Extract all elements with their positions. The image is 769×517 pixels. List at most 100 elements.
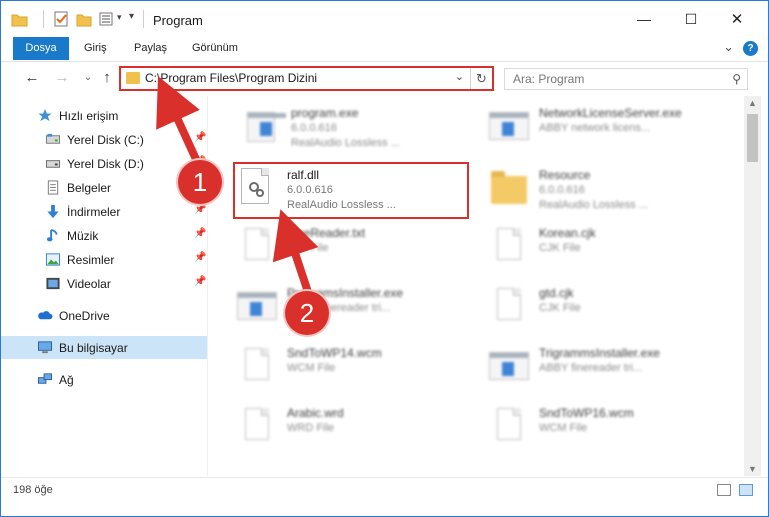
sidebar-item-drive-d[interactable]: Yerel Disk (D:) 📌 — [1, 152, 207, 175]
pin-icon: 📌 — [194, 276, 207, 287]
file-item[interactable]: Korean.cjk CJK File — [469, 220, 709, 276]
file-item[interactable]: gtd.cjk CJK File — [469, 280, 709, 336]
doc-file-icon — [237, 228, 277, 268]
pin-icon: 📌 — [194, 252, 207, 263]
search-input[interactable]: Ara: Program — [513, 72, 584, 86]
download-icon — [47, 204, 59, 219]
file-name: FineReader.txt — [287, 226, 366, 240]
details-view-icon[interactable] — [717, 484, 731, 496]
file-description: RealAudio Lossless ... — [539, 199, 648, 211]
file-type: WRD File — [287, 422, 335, 434]
qa-dropdown-icon[interactable]: ▾ — [129, 11, 134, 22]
sidebar-item-pictures[interactable]: Resimler 📌 — [1, 248, 207, 271]
vertical-scrollbar[interactable]: ▲ ▼ — [744, 96, 761, 476]
tab-giris[interactable]: Giriş — [84, 37, 107, 60]
network-icon — [37, 373, 53, 384]
sidebar-item-network[interactable]: Ağ — [1, 368, 207, 391]
file-item[interactable]: NetworkLicenseServer.exe ABBY network li… — [469, 100, 709, 156]
up-button[interactable]: ↑ — [98, 69, 116, 87]
minimize-button[interactable]: — — [621, 1, 667, 37]
highlight-box — [233, 162, 469, 219]
drive-icon — [45, 133, 61, 144]
file-list: program.exe 6.0.0.616 RealAudio Lossless… — [209, 96, 743, 476]
file-name: Resource — [539, 168, 591, 182]
recent-locations-button[interactable]: ⌄ — [79, 69, 97, 87]
file-item[interactable]: SndToWP14.wcm WCM File — [217, 340, 457, 396]
sidebar-item-downloads[interactable]: İndirmeler 📌 — [1, 200, 207, 223]
address-path[interactable]: C:\Program Files\Program Dizini — [145, 71, 317, 85]
sidebar-item-label: Ağ — [59, 373, 74, 387]
search-icon[interactable]: ⚲ — [732, 72, 741, 86]
sidebar-item-music[interactable]: Müzik 📌 — [1, 224, 207, 247]
sidebar-item-label: OneDrive — [59, 309, 110, 323]
app-icon — [489, 108, 529, 148]
scroll-thumb[interactable] — [747, 114, 758, 162]
file-item[interactable]: SndToWP16.wcm WCM File — [469, 400, 709, 456]
folder-icon — [11, 14, 28, 27]
file-version: 6.0.0.616 — [291, 122, 337, 134]
collapse-ribbon-icon[interactable]: ⌄ — [723, 39, 734, 55]
file-name: SndToWP14.wcm — [287, 346, 382, 360]
scroll-down-icon[interactable]: ▼ — [748, 464, 757, 474]
sidebar-item-label: Bu bilgisayar — [59, 341, 128, 355]
maximize-button[interactable]: ☐ — [668, 1, 714, 37]
file-item[interactable]: Resource 6.0.0.616 RealAudio Lossless ..… — [469, 162, 709, 218]
file-name: program.exe — [291, 106, 359, 120]
title-bar: ▾ ▾ Program — ☐ ✕ — [1, 1, 768, 37]
address-bar[interactable]: C:\Program Files\Program Dizini ⌄ ↻ — [119, 66, 494, 91]
large-icons-view-icon[interactable] — [739, 484, 753, 496]
divider — [143, 10, 144, 28]
step-one-callout: 1 — [178, 160, 222, 204]
back-button[interactable]: ← — [23, 69, 41, 87]
sidebar-item-videos[interactable]: Videolar 📌 — [1, 272, 207, 295]
computer-icon — [37, 341, 53, 354]
pin-icon: 📌 — [194, 228, 207, 239]
file-item[interactable]: TrigrammsInstaller.exe ABBY finereader t… — [469, 340, 709, 396]
properties-icon[interactable] — [53, 11, 69, 27]
scroll-up-icon[interactable]: ▲ — [748, 98, 757, 108]
file-item[interactable]: FineReader.txt TXT File — [217, 220, 457, 276]
file-version: 6.0.0.616 — [539, 184, 585, 196]
step-two-callout: 2 — [285, 291, 329, 335]
exe-file-icon — [241, 108, 286, 148]
help-icon[interactable]: ? — [743, 41, 758, 56]
tab-gorunum[interactable]: Görünüm — [192, 37, 238, 60]
address-dropdown-icon[interactable]: ⌄ — [455, 70, 464, 83]
doc-file-icon — [237, 408, 277, 448]
file-name: gtd.cjk — [539, 286, 574, 300]
tab-dosya[interactable]: Dosya — [13, 37, 69, 60]
file-type: CJK File — [539, 242, 581, 254]
drive-icon — [45, 160, 61, 168]
sidebar-item-onedrive[interactable]: OneDrive — [1, 304, 207, 327]
app-icon — [237, 288, 277, 328]
folder-icon — [126, 72, 140, 84]
search-box[interactable]: Ara: Program ⚲ — [504, 68, 748, 90]
documents-icon — [47, 180, 59, 195]
file-item[interactable]: program.exe 6.0.0.616 RealAudio Lossless… — [221, 100, 461, 156]
file-item[interactable]: ProgramsInstaller.exe ABBY finereader tr… — [217, 280, 457, 336]
navigation-bar: ← → ⌄ ↑ C:\Program Files\Program Dizini … — [1, 61, 768, 95]
customize-toolbar-icon[interactable] — [99, 12, 115, 27]
pin-icon: 📌 — [194, 132, 207, 143]
close-button[interactable]: ✕ — [714, 1, 760, 37]
forward-button[interactable]: → — [53, 69, 71, 87]
file-type: WCM File — [287, 362, 336, 374]
star-icon — [38, 108, 52, 122]
cloud-icon — [38, 311, 53, 320]
sidebar-item-quick-access[interactable]: Hızlı erişim — [1, 104, 207, 127]
sidebar-item-documents[interactable]: Belgeler 📌 — [1, 176, 207, 199]
new-folder-icon[interactable] — [76, 12, 92, 27]
dropdown-icon[interactable]: ▾ — [117, 12, 122, 23]
refresh-button[interactable]: ↻ — [470, 68, 492, 89]
sidebar-item-drive-c[interactable]: Yerel Disk (C:) 📌 — [1, 128, 207, 151]
file-item[interactable]: Arabic.wrd WRD File — [217, 400, 457, 456]
navigation-pane: Hızlı erişim Yerel Disk (C:) 📌 Yerel Dis… — [1, 96, 208, 476]
app-icon — [489, 348, 529, 388]
tab-paylas[interactable]: Paylaş — [134, 37, 167, 60]
videos-icon — [46, 277, 60, 290]
ribbon-tabs: Dosya Giriş Paylaş Görünüm ⌄ ? — [1, 37, 768, 60]
file-name: Arabic.wrd — [287, 406, 344, 420]
file-description: RealAudio Lossless ... — [291, 137, 400, 149]
sidebar-item-this-pc[interactable]: Bu bilgisayar — [1, 336, 207, 359]
file-description: ABBY finereader tri... — [539, 362, 643, 374]
